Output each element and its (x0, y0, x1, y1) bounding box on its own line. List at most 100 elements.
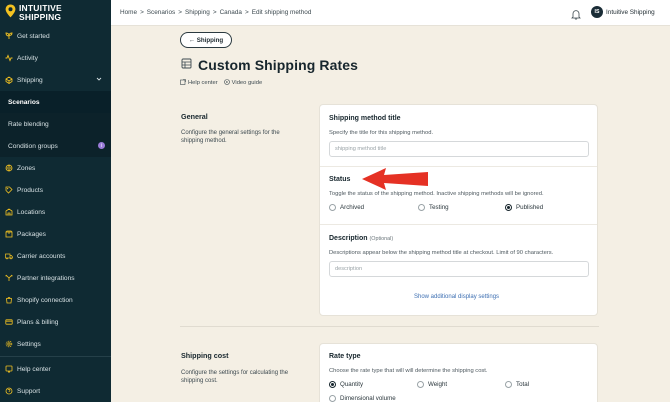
breadcrumb-scenarios[interactable]: Scenarios (147, 9, 175, 16)
sidebar-item-label: Packages (17, 230, 46, 238)
sidebar-item-locations[interactable]: Locations (0, 201, 111, 223)
sidebar-divider (0, 356, 111, 357)
page-title: Custom Shipping Rates (198, 57, 358, 73)
rate-option-label: Quantity (340, 381, 364, 388)
shipping-icon (4, 75, 14, 85)
radio-button-selected[interactable] (505, 204, 512, 211)
truck-icon (4, 251, 14, 261)
rate-type-label: Rate type (329, 353, 361, 360)
user-name[interactable]: Intuitive Shipping (606, 9, 655, 16)
radio-button[interactable] (329, 395, 336, 402)
brand-logo[interactable]: INTUITIVE SHIPPING (5, 4, 62, 22)
general-section-title: General (181, 112, 208, 121)
help-links: Help center Video guide (180, 79, 262, 87)
location-pin-icon (5, 4, 16, 18)
breadcrumb-separator: > (140, 9, 144, 16)
breadcrumb-canada[interactable]: Canada (220, 9, 242, 16)
status-option-testing[interactable]: Testing (418, 204, 505, 211)
shipping-cost-section-desc: Configure the settings for calculating t… (181, 370, 289, 384)
divider (320, 224, 597, 225)
sidebar-item-scenarios[interactable]: Scenarios (0, 91, 111, 113)
sidebar-item-condition-groups[interactable]: Condition groups i (0, 135, 111, 157)
radio-button[interactable] (505, 381, 512, 388)
products-icon (4, 185, 14, 195)
breadcrumb-separator: > (244, 9, 249, 16)
help-center-label: Help center (188, 80, 218, 86)
sidebar-item-carrier-accounts[interactable]: Carrier accounts (0, 245, 111, 267)
sidebar-item-help-center[interactable]: Help center (0, 358, 111, 380)
annotation-arrow (360, 166, 430, 197)
show-additional-settings-link[interactable]: Show additional display settings (414, 294, 499, 300)
sidebar-item-zones[interactable]: Zones (0, 157, 111, 179)
play-icon (223, 79, 230, 87)
sidebar-item-packages[interactable]: Packages (0, 223, 111, 245)
back-button[interactable]: ← Shipping (180, 32, 232, 48)
description-label: Description (Optional) (329, 235, 393, 242)
radio-button[interactable] (329, 204, 336, 211)
sidebar-item-shipping[interactable]: Shipping (0, 69, 111, 91)
description-input[interactable]: description (329, 261, 589, 277)
breadcrumb-current: Edit shipping method (251, 9, 312, 16)
method-title-placeholder: shipping method title (335, 146, 387, 152)
video-guide-link[interactable]: Video guide (223, 79, 262, 87)
sidebar-item-get-started[interactable]: Get started (0, 25, 111, 47)
gear-icon (4, 339, 14, 349)
activity-icon (4, 53, 14, 63)
status-option-published[interactable]: Published (505, 204, 543, 211)
sidebar-footer-nav: Help center Support (0, 358, 111, 402)
sidebar-item-support[interactable]: Support (0, 380, 111, 402)
breadcrumb-separator: > (178, 9, 182, 16)
sidebar-item-label: Help center (17, 365, 51, 373)
top-bar: Home > Scenarios > Shipping > Canada > E… (111, 0, 670, 26)
bell-icon[interactable] (571, 7, 581, 25)
sidebar-item-label: Rate blending (8, 120, 49, 128)
sidebar-item-label: Shipping (17, 76, 43, 84)
sidebar-item-label: Get started (17, 32, 50, 40)
description-label-text: Description (329, 235, 368, 242)
status-radio-group: Archived Testing Published (329, 204, 589, 211)
help-center-link[interactable]: Help center (180, 79, 218, 87)
back-button-label: ← Shipping (188, 36, 224, 44)
description-placeholder: description (335, 266, 363, 272)
locations-icon (4, 207, 14, 217)
shipping-cost-card: Rate type Choose the rate type that will… (319, 343, 598, 402)
table-icon (181, 56, 192, 74)
radio-button[interactable] (418, 204, 425, 211)
rate-option-label: Dimensional volume (340, 395, 396, 402)
sidebar-item-products[interactable]: Products (0, 179, 111, 201)
description-help: Descriptions appear below the shipping m… (329, 250, 554, 256)
sidebar-item-activity[interactable]: Activity (0, 47, 111, 69)
breadcrumb-home[interactable]: Home (120, 9, 137, 16)
sidebar-item-partner-integrations[interactable]: Partner integrations (0, 267, 111, 289)
brand-line-2: SHIPPING (19, 12, 62, 22)
sidebar-item-label: Plans & billing (17, 318, 59, 326)
sidebar-item-plans-billing[interactable]: Plans & billing (0, 311, 111, 333)
sidebar-item-label: Locations (17, 208, 46, 216)
method-title-label: Shipping method title (329, 115, 401, 122)
radio-button-selected[interactable] (329, 381, 336, 388)
sidebar-item-rate-blending[interactable]: Rate blending (0, 113, 111, 135)
sidebar-item-settings[interactable]: Settings (0, 333, 111, 355)
sidebar-item-label: Condition groups (8, 142, 58, 150)
breadcrumb-shipping[interactable]: Shipping (185, 9, 210, 16)
rate-type-radio-group-row2: Dimensional volume (329, 395, 396, 402)
method-title-help: Specify the title for this shipping meth… (329, 130, 434, 136)
section-divider (180, 326, 599, 327)
avatar[interactable]: IS (591, 6, 603, 18)
status-option-archived[interactable]: Archived (329, 204, 418, 211)
sprout-icon (4, 31, 14, 41)
rate-option-total[interactable]: Total (505, 381, 529, 388)
sidebar-item-label: Activity (17, 54, 38, 62)
integrations-icon (4, 273, 14, 283)
sidebar-item-shopify-connection[interactable]: Shopify connection (0, 289, 111, 311)
rate-option-dimensional-volume[interactable]: Dimensional volume (329, 395, 396, 402)
status-option-label: Testing (429, 204, 449, 211)
breadcrumb: Home > Scenarios > Shipping > Canada > E… (120, 9, 311, 16)
rate-option-weight[interactable]: Weight (417, 381, 505, 388)
help-icon (4, 364, 14, 374)
method-title-input[interactable]: shipping method title (329, 141, 589, 157)
rate-option-quantity[interactable]: Quantity (329, 381, 417, 388)
radio-button[interactable] (417, 381, 424, 388)
sidebar: INTUITIVE SHIPPING Get started Activity … (0, 0, 111, 402)
chevron-down-icon[interactable] (96, 76, 102, 84)
